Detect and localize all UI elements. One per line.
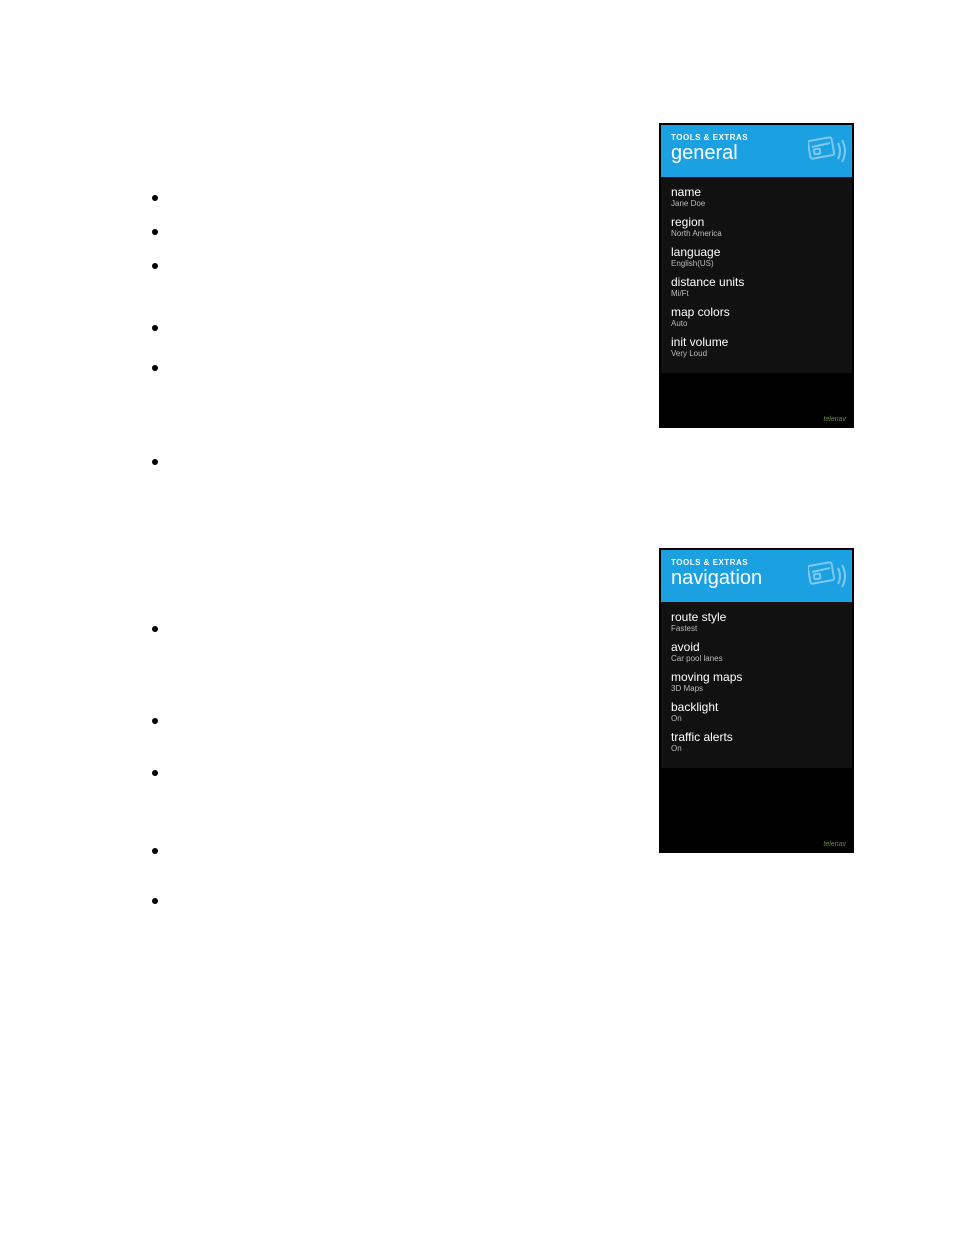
setting-value: North America (671, 229, 842, 239)
setting-row[interactable]: name Jane Doe (671, 185, 842, 209)
setting-row[interactable]: avoid Car pool lanes (671, 640, 842, 664)
bullet-item (152, 626, 158, 632)
phone-body: name Jane Doe region North America langu… (661, 177, 852, 373)
bullet-item (152, 365, 158, 371)
card-speak-icon (808, 133, 850, 169)
setting-label: distance units (671, 275, 842, 289)
brand-footer: telenav (823, 841, 846, 848)
setting-value: On (671, 744, 842, 754)
bullet-item (152, 459, 158, 465)
bullet-item (152, 848, 158, 854)
brand-footer: telenav (823, 416, 846, 423)
setting-value: English(US) (671, 259, 842, 269)
setting-row[interactable]: moving maps 3D Maps (671, 670, 842, 694)
setting-value: Fastest (671, 624, 842, 634)
setting-value: Jane Doe (671, 199, 842, 209)
phone-screenshot-general: TOOLS & EXTRAS general name Jane Doe reg… (659, 123, 854, 428)
bullet-item (152, 718, 158, 724)
setting-label: avoid (671, 640, 842, 654)
phone-header: TOOLS & EXTRAS navigation (661, 550, 852, 602)
bullet-item (152, 263, 158, 269)
setting-value: Car pool lanes (671, 654, 842, 664)
setting-label: region (671, 215, 842, 229)
bullet-item (152, 770, 158, 776)
setting-row[interactable]: route style Fastest (671, 610, 842, 634)
setting-label: moving maps (671, 670, 842, 684)
setting-row[interactable]: backlight On (671, 700, 842, 724)
setting-row[interactable]: init volume Very Loud (671, 335, 842, 359)
setting-value: 3D Maps (671, 684, 842, 694)
setting-row[interactable]: map colors Auto (671, 305, 842, 329)
setting-row[interactable]: language English(US) (671, 245, 842, 269)
phone-body: route style Fastest avoid Car pool lanes… (661, 602, 852, 768)
bullet-item (152, 898, 158, 904)
setting-row[interactable]: distance units Mi/Ft (671, 275, 842, 299)
bullet-item (152, 325, 158, 331)
setting-label: backlight (671, 700, 842, 714)
setting-label: name (671, 185, 842, 199)
setting-label: language (671, 245, 842, 259)
setting-value: Mi/Ft (671, 289, 842, 299)
setting-row[interactable]: traffic alerts On (671, 730, 842, 754)
card-speak-icon (808, 558, 850, 594)
page: TOOLS & EXTRAS general name Jane Doe reg… (0, 0, 954, 1235)
phone-screenshot-navigation: TOOLS & EXTRAS navigation route style Fa… (659, 548, 854, 853)
setting-label: route style (671, 610, 842, 624)
setting-row[interactable]: region North America (671, 215, 842, 239)
setting-value: Very Loud (671, 349, 842, 359)
setting-label: traffic alerts (671, 730, 842, 744)
setting-label: map colors (671, 305, 842, 319)
phone-header: TOOLS & EXTRAS general (661, 125, 852, 177)
bullet-item (152, 195, 158, 201)
setting-value: Auto (671, 319, 842, 329)
bullet-item (152, 229, 158, 235)
setting-label: init volume (671, 335, 842, 349)
setting-value: On (671, 714, 842, 724)
